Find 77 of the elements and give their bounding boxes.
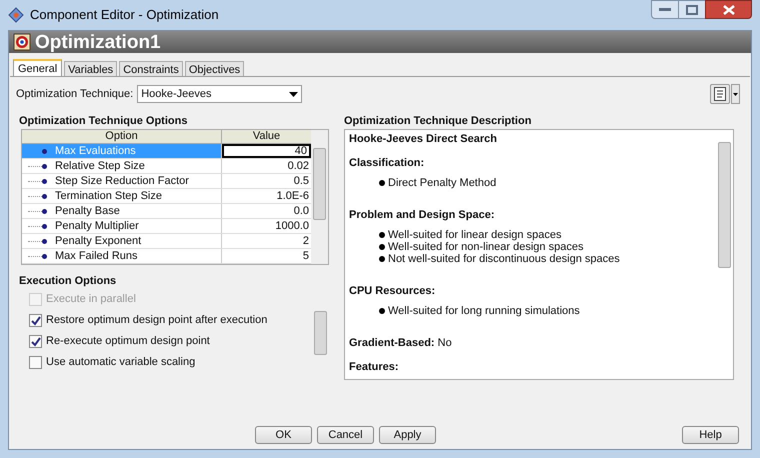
close-button[interactable] xyxy=(705,0,752,19)
bullet-icon xyxy=(379,256,385,262)
bullet-icon xyxy=(42,148,47,154)
bullet-icon xyxy=(379,308,385,314)
description-heading: CPU Resources: xyxy=(349,285,436,298)
table-cell-text: 0.02 xyxy=(286,159,310,173)
description-text: Not well-suited for discontinuous design spaces xyxy=(388,253,620,265)
bullet-icon xyxy=(379,180,385,186)
description-text: Well-suited for non-linear design spaces xyxy=(388,241,584,253)
description-heading: Classification: xyxy=(349,157,426,170)
option-row[interactable]: Termination Step Size xyxy=(22,189,222,203)
option-row[interactable]: Penalty Multiplier xyxy=(22,219,222,233)
option-row[interactable]: Penalty Exponent xyxy=(22,234,222,248)
caret-icon xyxy=(289,92,298,96)
bullet-icon xyxy=(42,238,47,244)
checkbox-option[interactable]: Re-execute optimum design point xyxy=(29,331,312,352)
tab[interactable]: Objectives xyxy=(184,61,244,76)
scrollbar[interactable] xyxy=(311,130,328,264)
description-heading: Hooke-Jeeves Direct Search xyxy=(349,133,498,146)
tab[interactable]: Constraints xyxy=(119,61,183,76)
tab[interactable]: Variables xyxy=(64,61,118,76)
option-row[interactable]: Relative Step Size xyxy=(22,159,222,173)
section-title: Optimization Technique Options xyxy=(18,114,188,129)
table-cell-text: 5 xyxy=(302,249,310,263)
bullet-icon xyxy=(379,232,385,238)
checkbox-option[interactable]: Use automatic variable scaling xyxy=(29,352,312,373)
technique-dropdown[interactable]: Hooke-Jeeves xyxy=(137,85,302,103)
dropdown-button[interactable] xyxy=(731,84,740,104)
minimize-icon xyxy=(659,8,671,12)
checkbox[interactable] xyxy=(29,335,42,348)
tab[interactable]: General xyxy=(13,59,62,76)
table-cell-text: 0.5 xyxy=(292,174,310,188)
document-button[interactable] xyxy=(710,84,730,104)
option-row[interactable]: Penalty Base xyxy=(22,204,222,218)
caret-icon xyxy=(733,92,738,96)
table-cell-text: 2 xyxy=(302,234,310,248)
description-text: Direct Penalty Method xyxy=(388,177,496,189)
checkbox-option[interactable]: Restore optimum design point after execution xyxy=(29,310,312,331)
bullet-icon xyxy=(42,224,47,228)
app-icon xyxy=(8,7,24,23)
field-label: Optimization Technique: xyxy=(16,86,134,102)
checkbox-option: Execute in parallel xyxy=(29,289,312,310)
dialog-button[interactable]: Cancel xyxy=(317,426,374,444)
maximize-icon xyxy=(686,4,698,14)
bullet-icon xyxy=(42,254,47,258)
table-cell-text: 0.0 xyxy=(292,204,310,218)
table-cell-text: 1.0E-6 xyxy=(276,189,310,203)
section-title: Optimization Technique Description xyxy=(343,114,532,129)
close-icon xyxy=(722,4,734,14)
description-text: Well-suited for long running simulations xyxy=(388,305,580,317)
help-button[interactable]: Help xyxy=(682,426,739,444)
table-cell-text: 1000.0 xyxy=(274,219,310,233)
maximize-button[interactable] xyxy=(679,0,705,19)
column-header: Value xyxy=(222,130,311,144)
bullet-icon xyxy=(42,164,47,168)
bullet-icon xyxy=(42,208,47,214)
target-icon xyxy=(13,33,31,51)
dialog-button[interactable]: OK xyxy=(255,426,312,444)
section-title: Execution Options xyxy=(18,274,118,289)
dialog-button[interactable]: Apply xyxy=(379,426,436,444)
checkbox[interactable] xyxy=(29,314,42,327)
description-text: Well-suited for linear design spaces xyxy=(388,229,562,241)
minimize-button[interactable] xyxy=(651,0,679,19)
document-icon xyxy=(714,87,726,101)
bullet-icon xyxy=(379,244,385,250)
description-heading: Features: xyxy=(349,361,400,374)
bullet-icon xyxy=(42,178,47,184)
checkbox[interactable] xyxy=(29,356,42,369)
bullet-icon xyxy=(42,194,47,198)
option-row[interactable]: Step Size Reduction Factor xyxy=(22,174,222,188)
column-header: Option xyxy=(22,130,222,144)
header-title: Optimization1 xyxy=(35,32,161,52)
description-heading: Problem and Design Space: xyxy=(349,209,496,222)
option-row[interactable]: Max Failed Runs xyxy=(22,249,222,263)
window-title: Component Editor - Optimization xyxy=(30,6,219,24)
description-text: Gradient-Based: No xyxy=(349,337,453,350)
value-input[interactable]: 40 xyxy=(222,144,311,158)
